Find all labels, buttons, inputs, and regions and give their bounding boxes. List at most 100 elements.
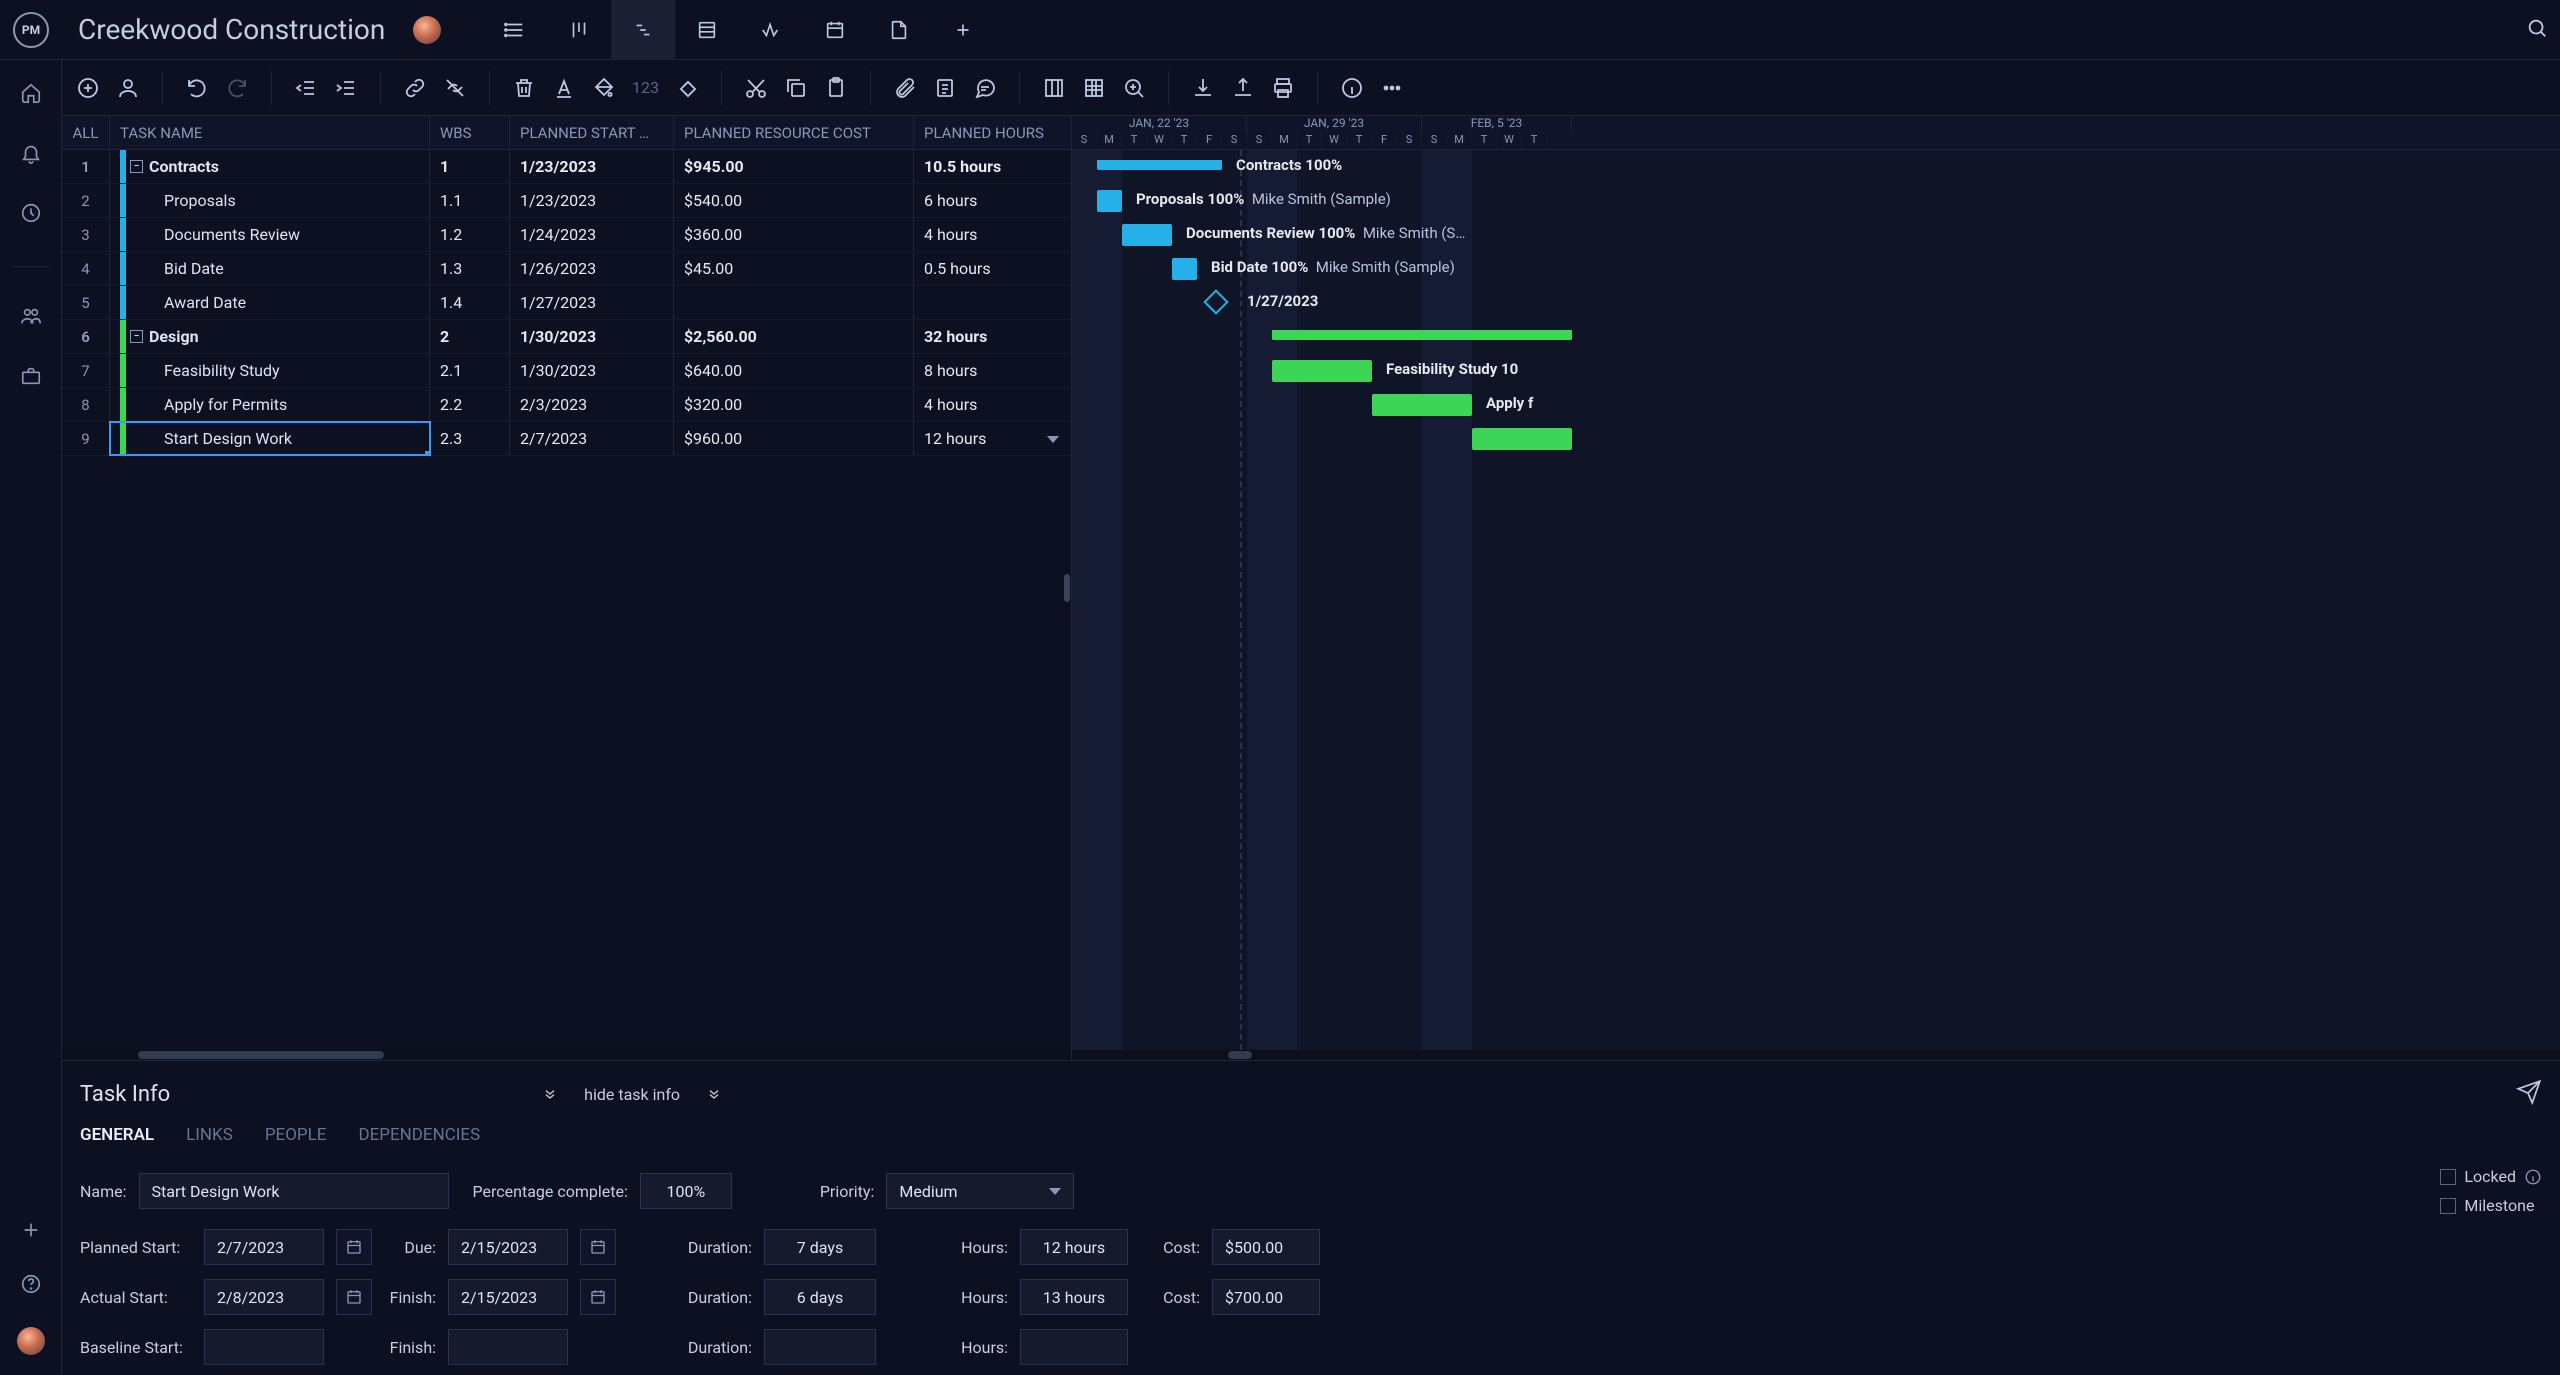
- redo-icon[interactable]: [225, 76, 249, 100]
- calendar-icon[interactable]: [336, 1279, 372, 1315]
- tab-links[interactable]: LINKS: [186, 1125, 233, 1145]
- notifications-icon[interactable]: [20, 142, 42, 168]
- gantt-bar[interactable]: [1472, 428, 1572, 450]
- col-wbs[interactable]: WBS: [430, 116, 510, 149]
- pct-field[interactable]: 100%: [640, 1173, 732, 1209]
- hours-cell[interactable]: 8 hours: [914, 354, 1070, 387]
- actual-finish-field[interactable]: 2/15/2023: [448, 1279, 568, 1315]
- wbs-cell[interactable]: 1.4: [430, 286, 510, 319]
- task-row[interactable]: 3Documents Review1.21/24/2023$360.004 ho…: [62, 218, 1071, 252]
- collapse-icon[interactable]: −: [130, 330, 143, 343]
- task-name-cell[interactable]: Award Date: [110, 286, 430, 319]
- start-cell[interactable]: 2/3/2023: [510, 388, 674, 421]
- logo[interactable]: PM: [13, 12, 49, 48]
- planned-hours-field[interactable]: 12 hours: [1020, 1229, 1128, 1265]
- baseline-finish-field[interactable]: [448, 1329, 568, 1365]
- milestone-checkbox[interactable]: [2440, 1198, 2456, 1214]
- hours-cell[interactable]: 0.5 hours: [914, 252, 1070, 285]
- planned-cost-field[interactable]: $500.00: [1212, 1229, 1320, 1265]
- more-icon[interactable]: [1380, 76, 1404, 100]
- add-task-icon[interactable]: [76, 76, 100, 100]
- wbs-cell[interactable]: 1.3: [430, 252, 510, 285]
- start-cell[interactable]: 1/30/2023: [510, 320, 674, 353]
- project-avatar[interactable]: [413, 16, 441, 44]
- start-cell[interactable]: 1/24/2023: [510, 218, 674, 251]
- view-sheet-icon[interactable]: [675, 0, 739, 60]
- priority-select[interactable]: Medium: [886, 1173, 1074, 1209]
- cost-cell[interactable]: $2,560.00: [674, 320, 914, 353]
- paste-icon[interactable]: [824, 76, 848, 100]
- start-cell[interactable]: 1/26/2023: [510, 252, 674, 285]
- grid-h-scrollbar[interactable]: [62, 1050, 1071, 1060]
- task-name-cell[interactable]: Bid Date: [110, 252, 430, 285]
- chevron-down-icon[interactable]: [542, 1086, 558, 1102]
- row-number[interactable]: 8: [62, 388, 110, 421]
- task-row[interactable]: 7Feasibility Study2.11/30/2023$640.008 h…: [62, 354, 1071, 388]
- actual-cost-field[interactable]: $700.00: [1212, 1279, 1320, 1315]
- start-cell[interactable]: 1/23/2023: [510, 150, 674, 183]
- cost-cell[interactable]: [674, 286, 914, 319]
- hours-cell[interactable]: [914, 286, 1070, 319]
- text-color-icon[interactable]: [552, 76, 576, 100]
- milestone-icon[interactable]: [675, 76, 699, 100]
- hours-cell[interactable]: 12 hours: [914, 422, 1070, 455]
- task-name-cell[interactable]: Documents Review: [110, 218, 430, 251]
- gantt-bar[interactable]: [1272, 360, 1372, 382]
- hours-cell[interactable]: 32 hours: [914, 320, 1070, 353]
- assign-icon[interactable]: [116, 76, 140, 100]
- cost-cell[interactable]: $320.00: [674, 388, 914, 421]
- columns-icon[interactable]: [1042, 76, 1066, 100]
- row-number[interactable]: 9: [62, 422, 110, 455]
- actual-start-field[interactable]: 2/8/2023: [204, 1279, 324, 1315]
- home-icon[interactable]: [20, 82, 42, 108]
- view-gantt-icon[interactable]: [611, 0, 675, 60]
- row-number[interactable]: 6: [62, 320, 110, 353]
- calendar-icon[interactable]: [336, 1229, 372, 1265]
- row-number[interactable]: 1: [62, 150, 110, 183]
- start-cell[interactable]: 1/30/2023: [510, 354, 674, 387]
- view-file-icon[interactable]: [867, 0, 931, 60]
- collapse-icon[interactable]: −: [130, 160, 143, 173]
- task-row[interactable]: 6−Design21/30/2023$2,560.0032 hours: [62, 320, 1071, 354]
- baseline-start-field[interactable]: [204, 1329, 324, 1365]
- import-icon[interactable]: [1191, 76, 1215, 100]
- project-title[interactable]: Creekwood Construction: [78, 13, 385, 46]
- task-row[interactable]: 9Start Design Work2.32/7/2023$960.0012 h…: [62, 422, 1071, 456]
- view-calendar-icon[interactable]: [803, 0, 867, 60]
- cost-cell[interactable]: $360.00: [674, 218, 914, 251]
- cost-cell[interactable]: $45.00: [674, 252, 914, 285]
- name-field[interactable]: Start Design Work: [139, 1173, 449, 1209]
- wbs-cell[interactable]: 2.3: [430, 422, 510, 455]
- recent-icon[interactable]: [20, 202, 42, 228]
- task-row[interactable]: 5Award Date1.41/27/2023: [62, 286, 1071, 320]
- locked-checkbox[interactable]: [2440, 1169, 2456, 1185]
- actual-hours-field[interactable]: 13 hours: [1020, 1279, 1128, 1315]
- view-dashboard-icon[interactable]: [739, 0, 803, 60]
- gantt-bar[interactable]: [1097, 190, 1122, 212]
- baseline-hours-field[interactable]: [1020, 1329, 1128, 1365]
- info-icon[interactable]: [2524, 1168, 2542, 1186]
- wbs-cell[interactable]: 1.1: [430, 184, 510, 217]
- outdent-icon[interactable]: [294, 76, 318, 100]
- task-row[interactable]: 1−Contracts11/23/2023$945.0010.5 hours: [62, 150, 1071, 184]
- task-row[interactable]: 4Bid Date1.31/26/2023$45.000.5 hours: [62, 252, 1071, 286]
- planned-duration-field[interactable]: 7 days: [764, 1229, 876, 1265]
- cost-cell[interactable]: $960.00: [674, 422, 914, 455]
- attachment-icon[interactable]: [893, 76, 917, 100]
- task-name-cell[interactable]: Start Design Work: [110, 422, 430, 455]
- info-icon[interactable]: [1340, 76, 1364, 100]
- wbs-cell[interactable]: 2.1: [430, 354, 510, 387]
- print-icon[interactable]: [1271, 76, 1295, 100]
- add-icon[interactable]: [20, 1219, 42, 1245]
- wbs-cell[interactable]: 1.2: [430, 218, 510, 251]
- user-avatar[interactable]: [17, 1327, 45, 1355]
- wbs-cell[interactable]: 1: [430, 150, 510, 183]
- export-icon[interactable]: [1231, 76, 1255, 100]
- actual-duration-field[interactable]: 6 days: [764, 1279, 876, 1315]
- row-number[interactable]: 5: [62, 286, 110, 319]
- gantt-chart[interactable]: JAN, 22 '23JAN, 29 '23FEB, 5 '23 SMTWTFS…: [1072, 116, 2560, 1060]
- task-name-cell[interactable]: Feasibility Study: [110, 354, 430, 387]
- search-icon[interactable]: [2526, 17, 2548, 43]
- view-board-icon[interactable]: [547, 0, 611, 60]
- view-add-icon[interactable]: [931, 0, 995, 60]
